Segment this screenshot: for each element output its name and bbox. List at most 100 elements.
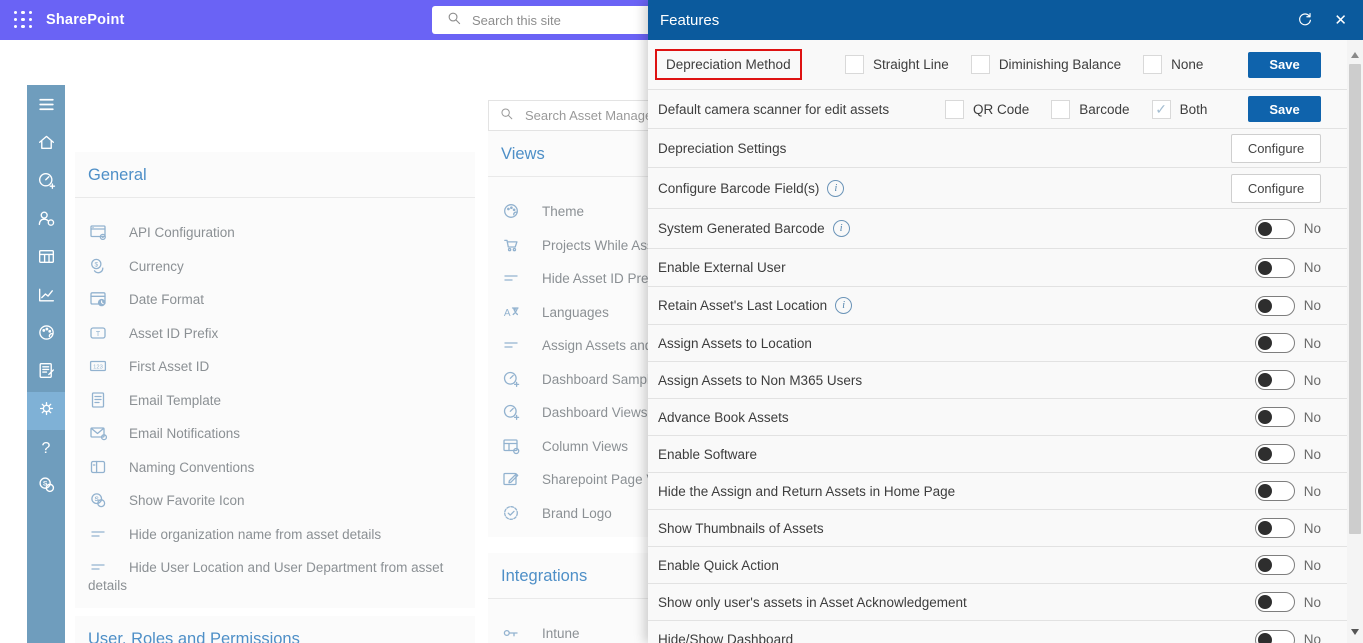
sidebar-item-grid[interactable] [27, 240, 65, 278]
first123-icon: 123 [88, 356, 108, 376]
configure-button[interactable]: Configure [1231, 173, 1321, 203]
gear-icon [36, 398, 57, 424]
toggle-group[interactable]: No [1254, 481, 1321, 501]
info-icon[interactable]: i [827, 179, 845, 197]
feature-label: Enable External User [658, 260, 786, 275]
feature-label: Advance Book Assets [658, 410, 789, 425]
list-item[interactable]: T Asset ID Prefix [75, 323, 475, 343]
feature-row: Configure Barcode Field(s) i Configure [648, 168, 1347, 209]
checkbox-icon[interactable] [845, 55, 864, 74]
checkbox-option[interactable]: Diminishing Balance [970, 55, 1121, 74]
configure-button[interactable]: Configure [1231, 133, 1321, 163]
toggle-switch-off[interactable] [1254, 518, 1295, 538]
scrollbar-thumb[interactable] [1349, 64, 1361, 534]
sharepoint-brand: SharePoint [46, 12, 125, 28]
site-search-input[interactable]: Search this site [432, 6, 658, 34]
toggle-group[interactable]: No [1254, 555, 1321, 575]
toggle-switch-off[interactable] [1254, 629, 1295, 643]
toggle-switch-off[interactable] [1254, 295, 1295, 316]
sidebar-item-gear[interactable] [27, 392, 65, 430]
list-item[interactable]: 123 First Asset ID [75, 356, 475, 376]
list-item[interactable]: API Configuration [75, 222, 475, 242]
svg-text:S: S [95, 496, 100, 503]
sidebar-item-home[interactable] [27, 126, 65, 164]
list-item[interactable]: S Show Favorite Icon [75, 490, 475, 510]
feature-label: Depreciation Settings [658, 141, 786, 156]
info-icon[interactable]: i [832, 220, 850, 237]
list-item[interactable]: Hide User Location and User Department f… [75, 557, 475, 594]
toggle-switch-off[interactable] [1254, 444, 1295, 464]
svg-text:S: S [42, 481, 47, 488]
sidebar-item-help[interactable]: ? [27, 430, 65, 468]
scrollbar-up-arrow-icon[interactable] [1351, 52, 1359, 58]
save-button[interactable]: Save [1248, 96, 1321, 122]
feature-row: Advance Book Assets No [648, 399, 1347, 436]
info-icon[interactable]: i [835, 297, 853, 314]
toggle-group[interactable]: No [1254, 218, 1321, 239]
app-screen: SharePoint Search this site ? S General A… [0, 0, 1363, 643]
save-button[interactable]: Save [1248, 51, 1321, 78]
list-item[interactable]: Hide organization name from asset detail… [75, 524, 475, 544]
toggle-group[interactable]: No [1254, 257, 1321, 278]
toggle-switch-off[interactable] [1254, 370, 1295, 390]
pagepen-icon [501, 469, 521, 489]
list-item[interactable]: Date Format [75, 289, 475, 309]
feature-row: Assign Assets to Non M365 Users No [648, 362, 1347, 399]
checkbox-option[interactable]: None [1143, 55, 1203, 74]
app-launcher-waffle-icon[interactable] [14, 10, 33, 30]
checkbox-option[interactable]: ✓ Both [1151, 99, 1208, 119]
checkbox-icon[interactable] [1051, 99, 1071, 119]
list-item[interactable]: Email Notifications [75, 423, 475, 443]
scrollbar-down-arrow-icon[interactable] [1351, 629, 1359, 635]
checkbox-option[interactable]: Barcode [1051, 99, 1130, 119]
feature-label-text: System Generated Barcode [658, 221, 825, 236]
toggle-switch-off[interactable] [1254, 481, 1295, 501]
checkbox-option[interactable]: Straight Line [845, 55, 949, 74]
close-icon[interactable]: ✕ [1334, 13, 1347, 28]
toggle-group[interactable]: No [1254, 370, 1321, 390]
general-items: API Configuration $ Currency Date Format T As… [75, 222, 475, 594]
toggle-group[interactable]: No [1254, 444, 1321, 464]
panel-scrollbar[interactable] [1347, 40, 1363, 643]
toggle-switch-off[interactable] [1254, 218, 1295, 239]
toggle-switch-off[interactable] [1254, 333, 1295, 353]
toggle-state-label: No [1303, 298, 1321, 313]
settings-column-left: General API Configuration $ Currency Date F… [75, 152, 475, 643]
toggle-switch-off[interactable] [1254, 257, 1295, 278]
list-item[interactable]: $ Currency [75, 256, 475, 276]
sidebar-item-dashboard[interactable] [27, 164, 65, 202]
toggle-switch-off[interactable] [1254, 555, 1295, 575]
checkbox-label: Both [1179, 101, 1208, 117]
sidebar-item-sharepoint[interactable]: S [27, 468, 65, 506]
sidebar-item-news[interactable] [27, 354, 65, 392]
checkbox-checked-icon[interactable]: ✓ [1151, 99, 1171, 119]
list-item[interactable]: Email Template [75, 390, 475, 410]
api-icon [88, 222, 108, 242]
toggle-switch-off[interactable] [1254, 407, 1295, 427]
sidebar-item-palette[interactable] [27, 316, 65, 354]
feature-row: Default camera scanner for edit assets QR… [648, 90, 1347, 129]
feature-label-text: Assign Assets to Non M365 Users [658, 372, 863, 388]
checkbox-icon[interactable] [1143, 55, 1163, 74]
sidebar-item-chart[interactable] [27, 278, 65, 316]
refresh-icon[interactable] [1296, 11, 1314, 29]
sidebar-item-users[interactable] [27, 202, 65, 240]
feature-label-text: Depreciation Settings [658, 140, 787, 156]
checkbox-option[interactable]: QR Code [945, 99, 1029, 119]
list-item-label: API Configuration [129, 225, 235, 240]
feature-row: Enable Software No [648, 436, 1347, 473]
toggle-group[interactable]: No [1254, 407, 1321, 427]
list-item[interactable]: Naming Conventions [75, 457, 475, 477]
toggle-switch-off[interactable] [1254, 592, 1295, 612]
svg-text:T: T [96, 330, 101, 337]
toggle-group[interactable]: No [1254, 629, 1321, 643]
checkbox-icon[interactable] [945, 99, 964, 119]
feature-row: Enable External User No [648, 249, 1347, 287]
list-item-label: Column Views [542, 438, 629, 454]
toggle-group[interactable]: No [1254, 333, 1321, 353]
toggle-group[interactable]: No [1254, 295, 1321, 316]
toggle-group[interactable]: No [1254, 592, 1321, 612]
sidebar-item-menu[interactable] [27, 88, 65, 126]
checkbox-icon[interactable] [970, 55, 990, 74]
toggle-group[interactable]: No [1254, 518, 1321, 538]
